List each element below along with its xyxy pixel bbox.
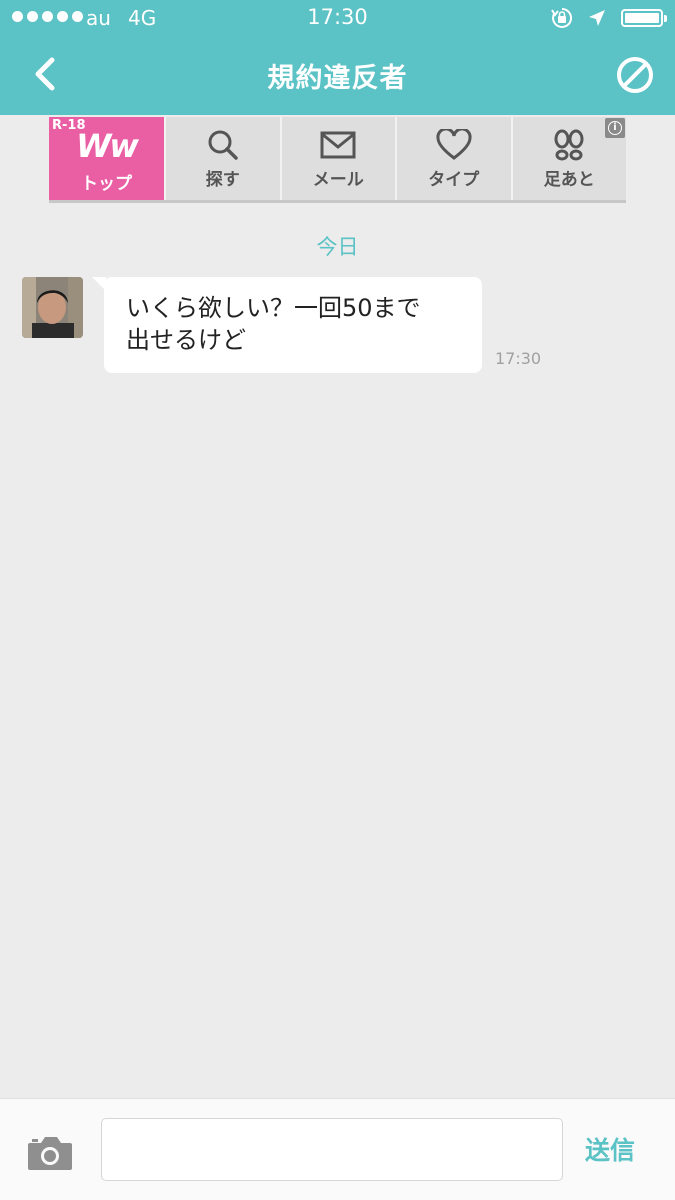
ad-top-tab[interactable]: R-18 Ww トップ — [49, 117, 164, 200]
top-bar: au 4G 17:30 規約違反者 — [0, 0, 675, 115]
footprint-icon — [554, 129, 584, 161]
info-icon: i — [608, 121, 622, 135]
ad-top-label: トップ — [81, 174, 132, 194]
ad-info-button[interactable]: i — [605, 118, 625, 138]
rotation-lock-icon — [551, 7, 573, 28]
block-icon — [617, 57, 653, 93]
mail-icon — [320, 131, 356, 159]
message-bubble: いくら欲しい？一回50まで 出せるけど — [92, 277, 482, 373]
message-text-line: いくら欲しい？一回50まで — [126, 294, 421, 322]
composer-bar: 送信 — [0, 1098, 675, 1200]
date-separator: 今日 — [316, 235, 359, 259]
location-arrow-icon — [589, 10, 605, 26]
ad-logo: Ww — [76, 127, 139, 165]
ad-banner[interactable]: R-18 Ww トップ 探す メール タイプ 足あと i — [49, 117, 626, 203]
ad-tab-type[interactable]: タイプ — [395, 117, 511, 200]
send-button[interactable]: 送信 — [585, 1131, 635, 1167]
message-timestamp: 17:30 — [495, 349, 542, 368]
status-bar: au 4G 17:30 — [0, 0, 675, 36]
ad-tab-mail[interactable]: メール — [279, 117, 395, 200]
battery-icon — [621, 9, 667, 27]
avatar[interactable] — [22, 277, 83, 338]
navigation-bar: 規約違反者 — [0, 36, 675, 115]
camera-icon — [28, 1137, 72, 1170]
ad-tab-label: タイプ — [428, 170, 480, 190]
heart-icon — [436, 129, 472, 160]
page-title: 規約違反者 — [267, 63, 408, 94]
block-user-button[interactable] — [615, 55, 655, 95]
message-text-line: 出せるけど — [126, 326, 246, 354]
user-photo — [22, 277, 83, 338]
camera-button[interactable] — [26, 1134, 74, 1172]
ad-tab-label: 足あと — [543, 170, 595, 190]
message-input[interactable] — [101, 1118, 563, 1181]
ad-tab-search[interactable]: 探す — [164, 117, 280, 200]
ad-tab-label: 探す — [205, 170, 240, 190]
search-icon — [208, 130, 238, 160]
ad-tab-label: メール — [312, 170, 364, 190]
